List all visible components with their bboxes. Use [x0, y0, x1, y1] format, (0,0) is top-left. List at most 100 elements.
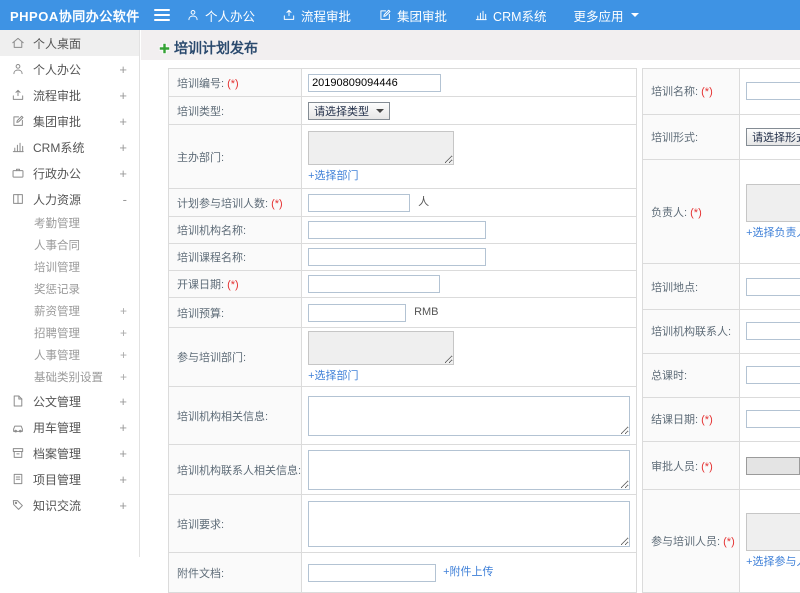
expand-toggle[interactable]: + — [119, 446, 127, 461]
topbar-item-更多应用[interactable]: 更多应用 — [574, 6, 639, 25]
expand-toggle[interactable]: + — [119, 62, 127, 77]
field-cell — [740, 353, 800, 397]
sidebar-item-desktop[interactable]: 个人桌面 — [0, 30, 139, 56]
expand-toggle[interactable]: + — [119, 88, 127, 103]
sidebar-subitem-attendance[interactable]: 考勤管理 — [0, 212, 139, 234]
sidebar-item-label: 用车管理 — [33, 419, 81, 436]
expand-toggle[interactable]: + — [119, 420, 127, 435]
start-date-input[interactable] — [308, 275, 440, 293]
requirements-textarea[interactable] — [308, 501, 630, 547]
notebook-icon — [11, 472, 25, 486]
field-label: 培训地点: — [643, 264, 740, 310]
expand-toggle[interactable]: + — [120, 370, 127, 384]
sidebar-item-workflow[interactable]: 流程审批 + — [0, 82, 139, 108]
sidebar-item-archive[interactable]: 档案管理+ — [0, 440, 139, 466]
field-label-text: 培训机构相关信息: — [177, 411, 268, 423]
sidebar-item-hr[interactable]: 人力资源- — [0, 186, 139, 212]
org-contact-info-textarea[interactable] — [308, 450, 630, 490]
expand-toggle[interactable]: + — [119, 114, 127, 129]
hamburger-menu-icon[interactable] — [154, 6, 170, 24]
training-name-input[interactable] — [746, 82, 800, 100]
participants-picker[interactable] — [746, 513, 800, 551]
field-cell: 请选择类型 — [302, 97, 637, 125]
sidebar-subitem-personnel[interactable]: 人事管理+ — [0, 344, 139, 366]
total-hours-input[interactable] — [746, 366, 800, 384]
expand-toggle[interactable]: - — [123, 192, 127, 207]
field-label: 参与培训人员:(*) — [643, 490, 740, 593]
topbar-item-label: 个人办公 — [205, 6, 255, 25]
planned-participants-input[interactable] — [308, 194, 410, 212]
sidebar-subitem-basecat[interactable]: 基础类别设置+ — [0, 366, 139, 388]
field-label: 结课日期:(*) — [643, 397, 740, 441]
location-input[interactable] — [746, 278, 800, 296]
participants-link[interactable]: +选择参与人员 — [746, 556, 800, 568]
host-dept-picker[interactable] — [308, 131, 454, 165]
expand-toggle[interactable]: + — [119, 498, 127, 513]
sidebar-item-group[interactable]: 集团审批+ — [0, 108, 139, 134]
field-cell: +选择负责人 — [740, 160, 800, 264]
expand-toggle[interactable]: + — [120, 304, 127, 318]
sidebar-subitem-rewards[interactable]: 奖惩记录 — [0, 278, 139, 300]
training-no-input[interactable] — [308, 74, 441, 92]
field-cell: RMB — [302, 298, 637, 328]
org-name-input[interactable] — [308, 221, 486, 239]
leader-link[interactable]: +选择负责人 — [746, 227, 800, 239]
sidebar-item-personal[interactable]: 个人办公 + — [0, 56, 139, 82]
archive-icon — [11, 446, 25, 460]
field-label: 培训形式: — [643, 114, 740, 160]
sidebar-item-label: 流程审批 — [33, 87, 81, 104]
form-row-training-no: 培训编号:(*) — [169, 69, 637, 97]
field-label-text: 培训机构联系人相关信息: — [177, 465, 301, 477]
main-content: 培训计划发布 培训编号:(*)培训类型:请选择类型主办部门:+选择部门计划参与培… — [141, 30, 800, 557]
tags-icon — [11, 498, 25, 512]
field-label: 培训机构联系人相关信息: — [169, 445, 302, 495]
sidebar-subitem-contract[interactable]: 人事合同 — [0, 234, 139, 256]
sidebar-item-label: 知识交流 — [33, 497, 81, 514]
form-table-right: 培训名称:(*)培训形式:请选择形式负责人:(*)+选择负责人培训地点:培训机构… — [642, 68, 800, 593]
sidebar-item-docs[interactable]: 公文管理+ — [0, 388, 139, 414]
chart-icon — [474, 8, 488, 22]
sidebar-item-label: 个人办公 — [33, 61, 81, 78]
attachment-link[interactable]: +附件上传 — [443, 566, 493, 578]
edit-icon — [378, 8, 392, 22]
attachment-input[interactable] — [308, 564, 436, 582]
expand-toggle[interactable]: + — [119, 472, 127, 487]
training-type-select[interactable]: 请选择类型 — [308, 102, 390, 120]
sidebar-item-knowledge[interactable]: 知识交流 + — [0, 492, 139, 518]
field-label-text: 参与培训人员: — [651, 536, 720, 548]
sidebar-subitem-training[interactable]: 培训管理 — [0, 256, 139, 278]
edit-icon — [11, 114, 25, 128]
course-name-input[interactable] — [308, 248, 486, 266]
sidebar-item-crm[interactable]: CRM系统+ — [0, 134, 139, 160]
approvers-picker[interactable] — [746, 457, 800, 475]
leader-picker[interactable] — [746, 184, 800, 222]
expand-toggle[interactable]: + — [119, 394, 127, 409]
sidebar-subitem-salary[interactable]: 薪资管理+ — [0, 300, 139, 322]
topbar: PHPOA协同办公软件 个人办公流程审批集团审批CRM系统更多应用 — [0, 0, 800, 30]
plus-icon — [158, 42, 171, 55]
training-form-select[interactable]: 请选择形式 — [746, 128, 800, 146]
org-contact-input[interactable] — [746, 322, 800, 340]
sidebar-item-admin[interactable]: 行政办公+ — [0, 160, 139, 186]
topbar-item-流程审批[interactable]: 流程审批 — [282, 6, 351, 25]
sidebar-subitem-label: 奖惩记录 — [34, 281, 80, 297]
expand-toggle[interactable]: + — [119, 140, 127, 155]
host-dept-link[interactable]: +选择部门 — [308, 170, 358, 182]
form-row-training-form: 培训形式: 请选择形式 — [643, 114, 800, 160]
budget-input[interactable] — [308, 304, 406, 322]
topbar-item-集团审批[interactable]: 集团审批 — [378, 6, 447, 25]
end-date-input[interactable] — [746, 410, 800, 428]
sidebar-item-vehicle[interactable]: 用车管理 + — [0, 414, 139, 440]
participating-depts-picker[interactable] — [308, 331, 454, 365]
field-cell: +选择部门 — [302, 125, 637, 189]
expand-toggle[interactable]: + — [120, 326, 127, 340]
topbar-item-CRM系统[interactable]: CRM系统 — [474, 6, 546, 25]
participating-depts-link[interactable]: +选择部门 — [308, 370, 358, 382]
sidebar-item-project[interactable]: 项目管理+ — [0, 466, 139, 492]
field-suffix: 人 — [418, 196, 429, 208]
expand-toggle[interactable]: + — [119, 166, 127, 181]
topbar-item-个人办公[interactable]: 个人办公 — [186, 6, 255, 25]
sidebar-subitem-recruit[interactable]: 招聘管理+ — [0, 322, 139, 344]
org-info-textarea[interactable] — [308, 396, 630, 436]
expand-toggle[interactable]: + — [120, 348, 127, 362]
